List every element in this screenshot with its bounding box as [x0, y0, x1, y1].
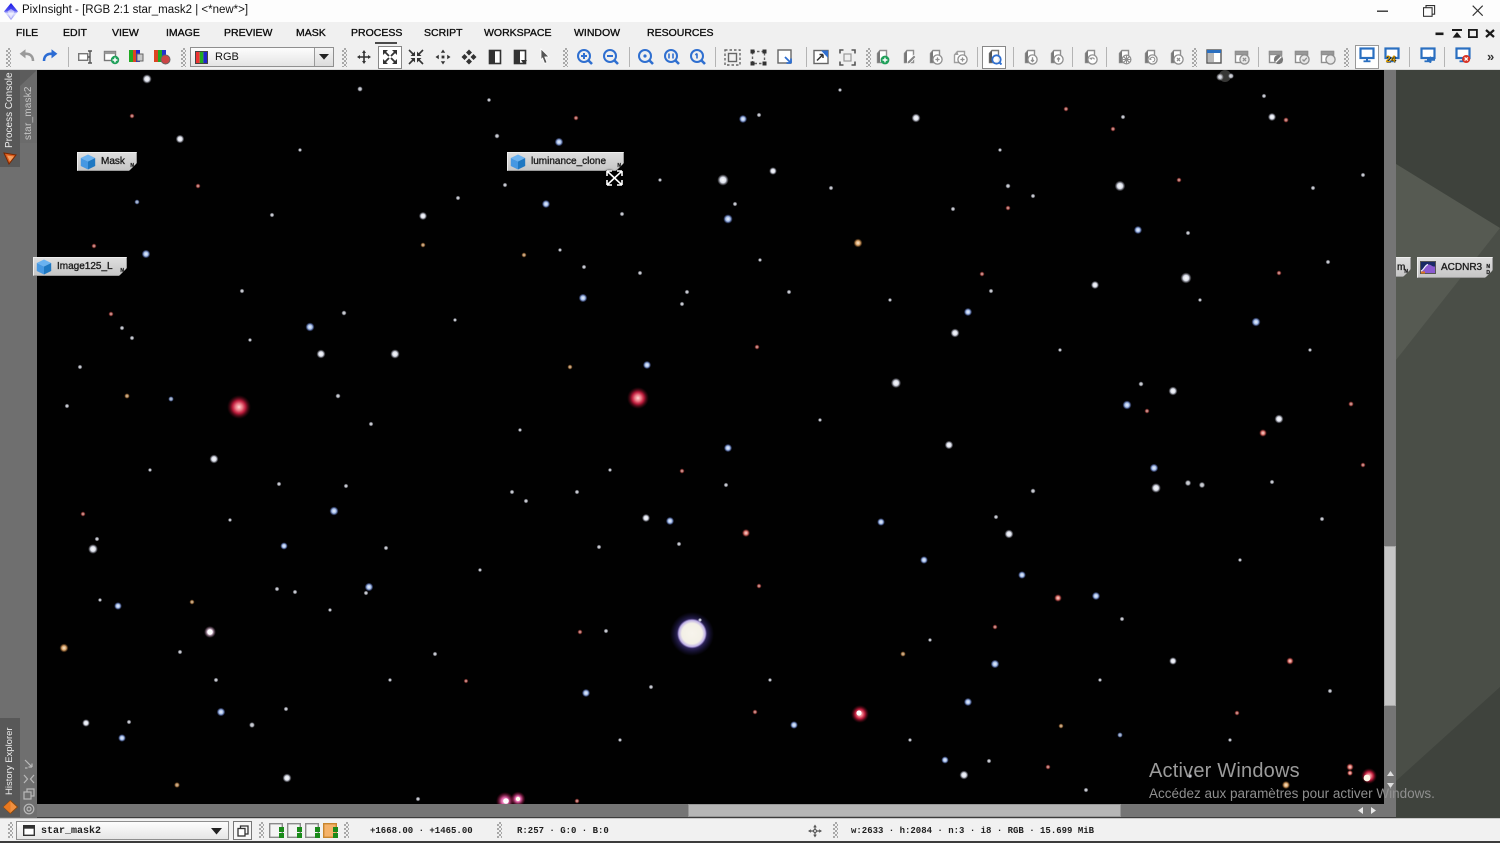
svg-text:24: 24 [1386, 54, 1396, 63]
